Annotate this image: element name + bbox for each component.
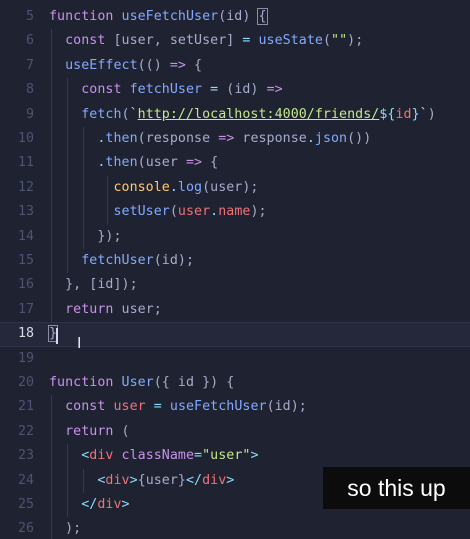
line-number: 15 [17,253,34,268]
ibeam-cursor-icon: I [77,334,82,352]
code-line[interactable]: 26 ); [0,517,470,539]
line-number: 9 [25,106,34,122]
code-text[interactable]: return ( [49,419,130,445]
line-number: 22 [17,423,34,439]
line-number: 14 [17,228,34,244]
line-number: 11 [17,155,34,171]
line-number: 16 [17,277,34,293]
code-text[interactable]: function useFetchUser(id) { [49,5,268,29]
code-line[interactable]: 11 .then(user => { [0,151,470,176]
code-text[interactable]: useEffect(() => { [49,53,202,79]
code-line[interactable]: 14 }); [0,224,470,249]
code-text[interactable]: <div className="user"> [49,444,259,469]
code-text[interactable]: fetch(`http://localhost:4000/friends/${i… [49,102,436,127]
code-line[interactable]: 16 }, [id]); [0,273,470,298]
line-number: 13 [17,204,34,220]
code-text[interactable]: const fetchUser = (id) => [49,78,283,103]
line-number: 23 [17,448,34,464]
line-number: 20 [17,375,34,390]
code-line[interactable]: 13 setUser(user.name); [0,200,470,225]
line-number: 10 [17,131,34,146]
line-number: 12 [17,179,34,195]
code-text[interactable]: fetchUser(id); [49,249,194,274]
code-line[interactable]: 17 return user; [0,297,470,323]
line-number: 17 [17,301,34,317]
line-number: 24 [17,472,34,488]
code-text[interactable]: function User({ id }) { [49,371,234,395]
code-editor[interactable]: 5 function useFetchUser(id) { 6 const [u… [0,0,470,539]
code-line[interactable]: 6 const [user, setUser] = useState(""); [0,29,470,54]
code-line[interactable]: 10 .then(response => response.json()) [0,127,470,152]
code-text[interactable]: console.log(user); [49,175,258,201]
code-text[interactable]: }, [id]); [49,273,138,298]
code-line[interactable]: 5 function useFetchUser(id) { [0,5,470,29]
code-line[interactable]: 9 fetch(`http://localhost:4000/friends/$… [0,102,470,127]
code-text[interactable]: .then(response => response.json()) [49,127,371,152]
code-line[interactable]: 21 const user = useFetchUser(id); [0,395,470,420]
line-number: 25 [17,497,34,512]
code-text[interactable]: return user; [49,297,162,323]
line-number: 8 [25,82,34,98]
code-line[interactable]: 8 const fetchUser = (id) => [0,78,470,103]
code-line[interactable]: 19 [0,347,470,371]
code-text[interactable]: .then(user => { [49,151,218,176]
code-text[interactable]: setUser(user.name); [49,200,267,225]
line-number: 18 [17,326,34,342]
line-number: 19 [17,350,34,366]
code-text[interactable]: </div> [49,493,130,518]
text-cursor [56,328,58,345]
code-line[interactable]: 20 function User({ id }) { [0,371,470,395]
code-line[interactable]: 22 return ( [0,419,470,445]
line-number: 21 [17,399,34,415]
line-number: 5 [25,9,34,24]
code-line[interactable]: 12 console.log(user); [0,175,470,201]
line-number: 26 [17,521,34,537]
code-text[interactable]: const user = useFetchUser(id); [49,395,307,420]
code-text[interactable]: <div>{user}</div> [49,468,234,493]
code-line[interactable]: 23 <div className="user"> [0,444,470,469]
code-text[interactable]: ); [49,517,81,539]
code-text[interactable]: }); [49,224,122,249]
code-line-current[interactable]: 18 } [0,322,470,347]
code-line[interactable]: 7 useEffect(() => { [0,53,470,79]
line-number: 7 [25,57,34,73]
code-text[interactable]: const [user, setUser] = useState(""); [49,29,363,54]
video-caption: so this up [323,467,470,509]
line-number: 6 [25,33,34,49]
code-line[interactable]: 15 fetchUser(id); [0,249,470,274]
